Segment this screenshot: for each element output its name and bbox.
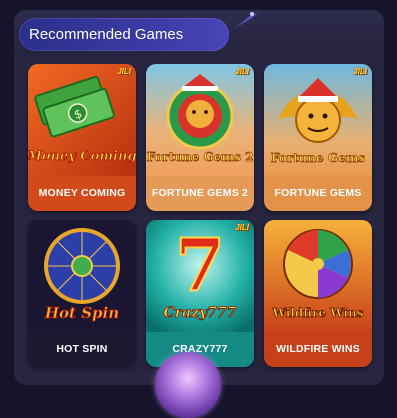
money-coming-art: $ Money Coming bbox=[28, 64, 136, 176]
gem-icon[interactable] bbox=[155, 352, 221, 418]
game-card-wildfire-wins[interactable]: Wildfire Wins WILDFIRE WINS bbox=[264, 220, 372, 367]
game-card-money-coming[interactable]: $ Money Coming JILI MONEY COMING bbox=[28, 64, 136, 211]
game-title: HOT SPIN bbox=[28, 332, 136, 367]
crazy777-logo: Crazy777 bbox=[164, 305, 237, 321]
money-coming-logo: Money Coming bbox=[28, 149, 136, 164]
game-title: MONEY COMING bbox=[28, 176, 136, 211]
wildfire-wins-art: Wildfire Wins bbox=[264, 220, 372, 332]
provider-badge: JILI bbox=[353, 67, 367, 76]
section-header: Recommended Games bbox=[14, 10, 384, 56]
wildfire-wins-logo: Wildfire Wins bbox=[272, 306, 364, 320]
game-card-fortune-gems[interactable]: Fortune Gems JILI FORTUNE GEMS bbox=[264, 64, 372, 211]
game-card-hot-spin[interactable]: Hot Spin HOT SPIN bbox=[28, 220, 136, 367]
game-title: FORTUNE GEMS 2 bbox=[146, 176, 254, 211]
fortune-gems-2-art: Fortune Gems 2 bbox=[146, 64, 254, 176]
svg-text:7: 7 bbox=[175, 222, 225, 307]
game-card-crazy777[interactable]: 7 Crazy777 JILI CRAZY777 bbox=[146, 220, 254, 367]
section-title-pill: Recommended Games bbox=[19, 18, 229, 51]
game-title: FORTUNE GEMS bbox=[264, 176, 372, 211]
crazy777-art: 7 Crazy777 bbox=[146, 220, 254, 332]
sparkle-icon bbox=[235, 12, 258, 28]
provider-badge: JILI bbox=[235, 67, 249, 76]
fortune-gems-art: Fortune Gems bbox=[264, 64, 372, 176]
section-title: Recommended Games bbox=[29, 26, 184, 43]
fortune-gems-logo: Fortune Gems bbox=[271, 151, 366, 165]
games-grid: $ Money Coming JILI MONEY COMING Fortune… bbox=[26, 62, 374, 382]
provider-badge: JILI bbox=[117, 67, 131, 76]
game-card-fortune-gems-2[interactable]: Fortune Gems 2 JILI FORTUNE GEMS 2 bbox=[146, 64, 254, 211]
provider-badge: JILI bbox=[235, 223, 249, 232]
recommended-games-panel: Recommended Games $ Money Coming JILI MO… bbox=[14, 10, 384, 385]
game-title: WILDFIRE WINS bbox=[264, 332, 372, 367]
hot-spin-art: Hot Spin bbox=[28, 220, 136, 332]
hot-spin-logo: Hot Spin bbox=[44, 304, 119, 322]
fortune-gems-2-logo: Fortune Gems 2 bbox=[147, 150, 254, 164]
